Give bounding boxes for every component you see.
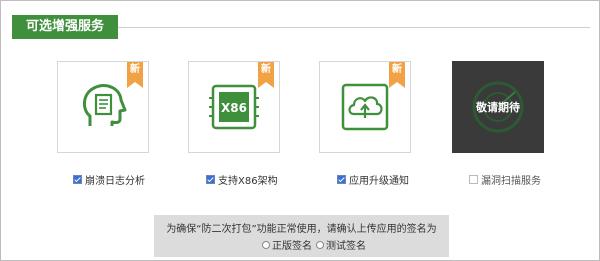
x86-chip-icon: X86 [209, 84, 259, 130]
update-notify-option[interactable]: 应用升级通知 [337, 172, 409, 187]
crash-log-option[interactable]: 崩溃日志分析 [73, 172, 145, 187]
section-divider [118, 27, 590, 28]
test-signature-label: 测试签名 [326, 241, 366, 252]
new-badge: 新 [127, 62, 143, 88]
vuln-scan-label: 漏洞扫描服务 [481, 175, 541, 187]
signature-notice: 为确保“防二次打包”功能正常使用，请确认上传应用的签名为 正版签名 测试签名 [154, 215, 449, 257]
x86-support-card[interactable]: 新 X86 [188, 61, 280, 153]
vuln-scan-option: 漏洞扫描服务 [469, 172, 541, 187]
update-notify-card[interactable]: 新 [319, 61, 411, 153]
new-badge: 新 [258, 62, 274, 88]
test-signature-option[interactable]: 测试签名 [316, 237, 366, 252]
crash-log-checkbox[interactable] [73, 174, 82, 184]
coming-soon-label: 敬请期待 [476, 101, 520, 114]
enhanced-services-panel: 可选增强服务 新 新 X86 新 敬请期待 崩溃日志分析 支持X86架构 应用升… [0, 0, 600, 261]
x86-option[interactable]: 支持X86架构 [206, 172, 278, 187]
update-notify-checkbox[interactable] [337, 174, 346, 184]
x86-label: 支持X86架构 [218, 175, 278, 187]
official-signature-option[interactable]: 正版签名 [262, 237, 312, 252]
vuln-scan-card: 敬请期待 [452, 61, 544, 153]
official-signature-label: 正版签名 [272, 241, 312, 252]
cloud-upload-icon [341, 83, 389, 131]
signature-radio-group: 正版签名 测试签名 [262, 237, 370, 252]
signature-notice-text: 为确保“防二次打包”功能正常使用，请确认上传应用的签名为 [166, 224, 437, 235]
section-title: 可选增强服务 [12, 15, 118, 39]
vuln-scan-checkbox [469, 174, 478, 184]
crash-log-label: 崩溃日志分析 [85, 175, 145, 187]
crash-log-card[interactable]: 新 [57, 61, 149, 153]
new-badge: 新 [389, 62, 405, 88]
official-signature-radio[interactable] [262, 240, 270, 249]
test-signature-radio[interactable] [316, 240, 324, 249]
chip-label: X86 [221, 101, 247, 115]
update-notify-label: 应用升级通知 [349, 175, 409, 187]
x86-checkbox[interactable] [206, 174, 215, 184]
head-document-icon [83, 84, 127, 126]
